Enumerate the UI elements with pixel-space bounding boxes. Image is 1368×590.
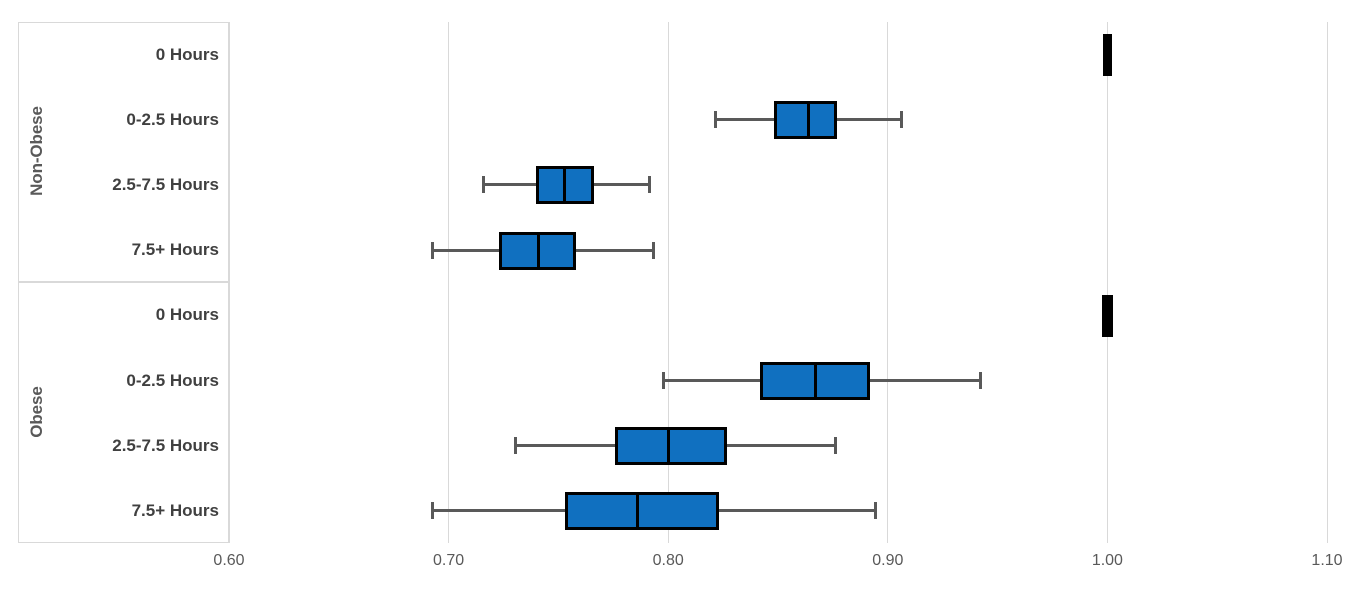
category-label: 7.5+ Hours — [131, 240, 219, 260]
x-tick-label: 0.80 — [652, 552, 684, 569]
x-tick-label: 0.70 — [433, 552, 465, 569]
box-degenerate — [1102, 34, 1112, 76]
x-tick-label: 1.10 — [1311, 552, 1343, 569]
median-line — [666, 427, 670, 466]
box-iqr — [564, 492, 719, 531]
x-tick-label: 0.90 — [872, 552, 904, 569]
whisker-cap-low — [431, 502, 435, 520]
category-axis-panel: Non-Obese Obese 0 Hours 0-2.5 Hours 2.5-7.… — [18, 22, 229, 543]
whisker-cap-high — [873, 502, 877, 520]
median-line — [807, 101, 811, 140]
box-degenerate — [1101, 294, 1113, 337]
whisker-cap-low — [431, 241, 435, 259]
category-label: 7.5+ Hours — [131, 501, 219, 520]
category-label: 2.5-7.5 Hours — [112, 175, 219, 194]
whisker-cap-high — [652, 241, 656, 259]
whisker-cap-high — [979, 372, 983, 389]
box-plot-chart: 0.60 0.70 0.80 0.90 1.00 1.10 Non-Obese Obese… — [0, 0, 1368, 590]
box-iqr — [773, 101, 838, 140]
whisker-cap-high — [834, 437, 838, 455]
median-line — [813, 362, 817, 400]
group-label-obese: Obese — [27, 385, 46, 438]
median-line — [563, 166, 567, 205]
group-label-non-obese: Non-Obese — [27, 106, 46, 196]
whisker-cap-high — [900, 111, 904, 129]
whisker-cap-low — [661, 372, 665, 389]
whisker-cap-high — [647, 176, 651, 194]
whisker-cap-low — [514, 437, 518, 455]
median-line — [537, 231, 541, 270]
category-label: 2.5-7.5 Hours — [112, 435, 219, 455]
x-tick-label: 1.00 — [1091, 552, 1123, 569]
x-tick-label: 0.60 — [213, 552, 245, 569]
category-label: 0 Hours — [155, 44, 219, 64]
category-label: 0-2.5 Hours — [126, 370, 219, 390]
box-iqr — [615, 427, 728, 466]
whisker-cap-low — [714, 111, 718, 129]
category-label: 0 Hours — [155, 305, 219, 325]
category-label: 0-2.5 Hours — [126, 109, 219, 129]
median-line — [635, 492, 639, 531]
whisker-cap-low — [481, 176, 485, 194]
